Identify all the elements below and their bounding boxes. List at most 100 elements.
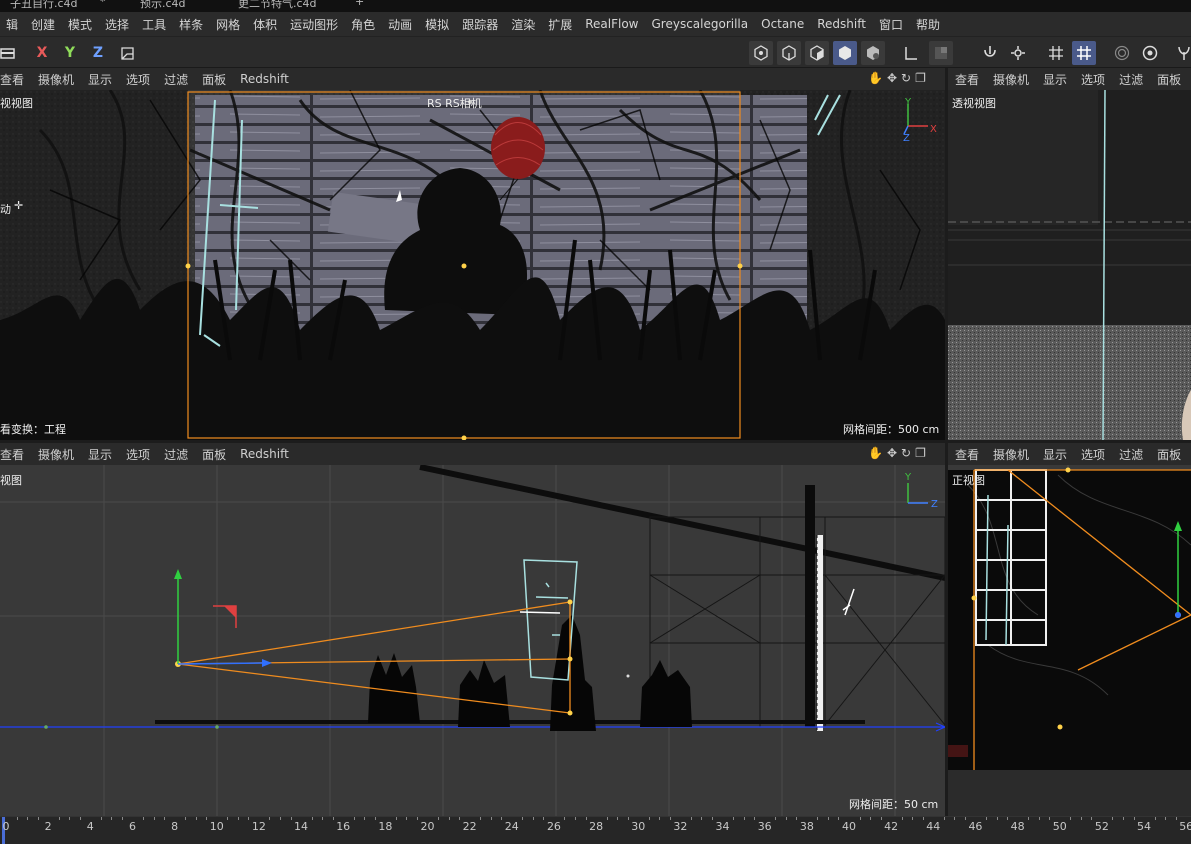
- grid-icon[interactable]: [1044, 41, 1068, 65]
- tab-file-2[interactable]: 预示.c4d: [140, 0, 186, 11]
- menu-item-tracker[interactable]: 跟踪器: [455, 16, 505, 33]
- timeline-tick-label: 56: [1179, 820, 1191, 833]
- svg-text:Y: Y: [904, 472, 912, 483]
- timeline-minor-tick: [669, 817, 671, 820]
- menu-item-realflow[interactable]: RealFlow: [578, 17, 645, 31]
- tab-file-1[interactable]: 子丑自行.c4d: [10, 0, 78, 11]
- pan-icon[interactable]: ✋: [868, 71, 883, 85]
- menu-view[interactable]: 查看: [948, 71, 986, 88]
- plant-icon[interactable]: [1172, 41, 1191, 65]
- viewport-side[interactable]: Y Z 视图 网格间距：50 cm: [0, 465, 945, 816]
- menu-item-redshift[interactable]: Redshift: [810, 17, 873, 31]
- rotate-icon[interactable]: ↻: [901, 71, 911, 85]
- tweak-icon[interactable]: [978, 41, 1002, 65]
- viewport-camera[interactable]: Y X Z 视视图 RS RS相机 动 ✛ 看变换：工程 网格间距：500 cm: [0, 90, 945, 440]
- lock-z-axis-button[interactable]: Z: [86, 41, 110, 65]
- menu-filter[interactable]: 过滤: [157, 446, 195, 463]
- snap-icon[interactable]: [929, 41, 953, 65]
- menu-item-window[interactable]: 窗口: [872, 16, 910, 33]
- menu-panel[interactable]: 面板: [1150, 71, 1188, 88]
- lock-x-axis-button[interactable]: X: [30, 41, 54, 65]
- menu-options[interactable]: 选项: [119, 71, 157, 88]
- timeline-minor-tick: [416, 817, 418, 820]
- workplane-icon[interactable]: [899, 41, 923, 65]
- undo-icon[interactable]: [0, 41, 20, 65]
- menu-item-spline[interactable]: 样条: [172, 16, 210, 33]
- menu-filter[interactable]: 过滤: [157, 71, 195, 88]
- viewport-perspective[interactable]: 透视视图: [948, 90, 1191, 440]
- menu-display[interactable]: 显示: [1036, 71, 1074, 88]
- render-region-icon[interactable]: [1110, 41, 1134, 65]
- menu-item-create[interactable]: 创建: [24, 16, 62, 33]
- grid-snap-icon[interactable]: [1072, 41, 1096, 65]
- maximize-icon[interactable]: ❐: [915, 446, 926, 460]
- timeline-tick-label: 12: [251, 820, 266, 833]
- menu-item-octane[interactable]: Octane: [754, 17, 811, 31]
- menu-item-tools[interactable]: 工具: [135, 16, 173, 33]
- camera-gizmo[interactable]: [174, 569, 272, 667]
- polygons-mode-icon[interactable]: [805, 41, 829, 65]
- menu-filter[interactable]: 过滤: [1112, 71, 1150, 88]
- menu-item-mograph[interactable]: 运动图形: [283, 16, 345, 33]
- menu-display[interactable]: 显示: [81, 71, 119, 88]
- menu-item-animate[interactable]: 动画: [381, 16, 419, 33]
- menu-item-greyscalegorilla[interactable]: Greyscalegorilla: [645, 17, 756, 31]
- menu-display[interactable]: 显示: [1036, 446, 1074, 463]
- menu-item-edit[interactable]: 辑: [0, 16, 25, 33]
- gear-snap-icon[interactable]: [1006, 41, 1030, 65]
- menu-display[interactable]: 显示: [81, 446, 119, 463]
- viewport-menu-bottom-left: 查看 摄像机 显示 选项 过滤 面板 Redshift: [0, 443, 945, 465]
- menu-item-character[interactable]: 角色: [344, 16, 382, 33]
- maximize-icon[interactable]: ❐: [915, 71, 926, 85]
- menu-item-mode[interactable]: 模式: [61, 16, 99, 33]
- viewport-front[interactable]: 正视图: [948, 465, 1191, 816]
- menu-view[interactable]: 查看: [0, 446, 31, 463]
- menu-options[interactable]: 选项: [1074, 446, 1112, 463]
- timeline-minor-tick: [248, 817, 250, 820]
- pan-icon[interactable]: ✋: [868, 446, 883, 460]
- menu-camera[interactable]: 摄像机: [986, 446, 1036, 463]
- menu-view[interactable]: 查看: [0, 71, 31, 88]
- menu-camera[interactable]: 摄像机: [31, 446, 81, 463]
- menu-item-extensions[interactable]: 扩展: [541, 16, 579, 33]
- timeline-tick-label: 50: [1052, 820, 1067, 833]
- timeline-tick-label: 2: [44, 820, 52, 833]
- menu-options[interactable]: 选项: [119, 446, 157, 463]
- tab-file-3[interactable]: 更二节特气.c4d: [238, 0, 317, 11]
- uv-mode-icon[interactable]: [861, 41, 885, 65]
- timeline-tick-label: 44: [926, 820, 941, 833]
- main-menu-bar: 辑 创建 模式 选择 工具 样条 网格 体积 运动图形 角色 动画 模拟 跟踪器…: [0, 12, 1191, 36]
- menu-item-mesh[interactable]: 网格: [209, 16, 247, 33]
- menu-panel[interactable]: 面板: [1150, 446, 1188, 463]
- menu-redshift[interactable]: Redshift: [233, 72, 296, 86]
- move-icon[interactable]: ✥: [887, 71, 897, 85]
- menu-camera[interactable]: 摄像机: [986, 71, 1036, 88]
- rotate-icon[interactable]: ↻: [901, 446, 911, 460]
- timeline-minor-tick: [459, 817, 461, 820]
- svg-text:Y: Y: [904, 97, 912, 108]
- settings-icon[interactable]: [1138, 41, 1162, 65]
- svg-text:X: X: [930, 124, 937, 135]
- menu-redshift[interactable]: Redshift: [233, 447, 296, 461]
- move-icon[interactable]: ✥: [887, 446, 897, 460]
- menu-item-select[interactable]: 选择: [98, 16, 136, 33]
- points-mode-icon[interactable]: [749, 41, 773, 65]
- menu-item-volume[interactable]: 体积: [246, 16, 284, 33]
- viewport-menu-top-right: 查看 摄像机 显示 选项 过滤 面板 Re: [948, 68, 1191, 90]
- new-tab-button[interactable]: +: [355, 0, 364, 8]
- menu-item-simulate[interactable]: 模拟: [418, 16, 456, 33]
- menu-item-render[interactable]: 渲染: [504, 16, 542, 33]
- timeline-ruler[interactable]: 0 2 4 6 8 10 12 14 16 18 20 22 24 26 28 30 32 34 36 38 40 42 4…: [0, 816, 1191, 844]
- lock-y-axis-button[interactable]: Y: [58, 41, 82, 65]
- menu-panel[interactable]: 面板: [195, 71, 233, 88]
- model-mode-icon[interactable]: [833, 41, 857, 65]
- menu-camera[interactable]: 摄像机: [31, 71, 81, 88]
- menu-options[interactable]: 选项: [1074, 71, 1112, 88]
- edges-mode-icon[interactable]: [777, 41, 801, 65]
- menu-panel[interactable]: 面板: [195, 446, 233, 463]
- menu-filter[interactable]: 过滤: [1112, 446, 1150, 463]
- menu-item-help[interactable]: 帮助: [909, 16, 947, 33]
- close-icon[interactable]: *: [100, 0, 106, 8]
- coordinate-system-icon[interactable]: [116, 41, 140, 65]
- menu-view[interactable]: 查看: [948, 446, 986, 463]
